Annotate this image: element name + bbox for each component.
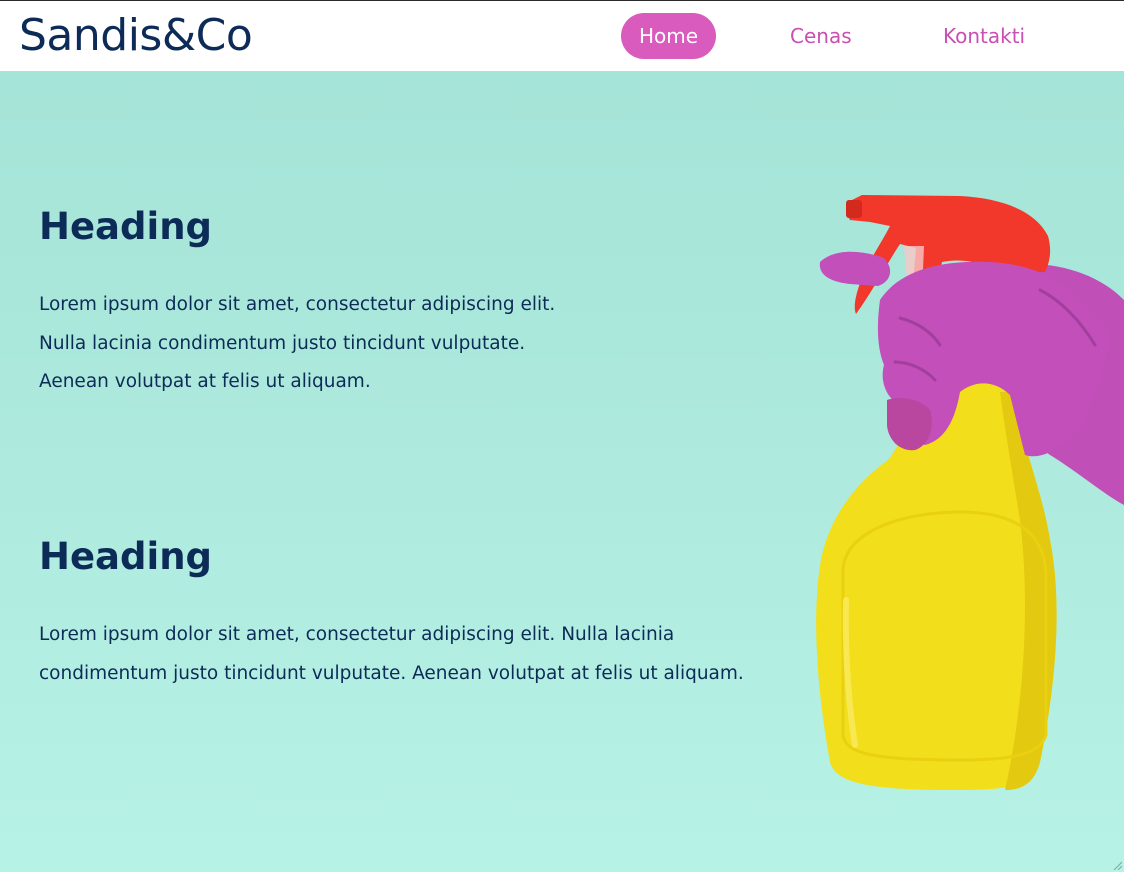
section-1-line-2: Nulla lacinia condimentum justo tincidun… — [39, 332, 526, 354]
section-2-heading: Heading — [39, 535, 213, 578]
section-1-body: Lorem ipsum dolor sit amet, consectetur … — [39, 286, 599, 402]
section-1-heading: Heading — [39, 205, 213, 248]
section-1-line-1: Lorem ipsum dolor sit amet, consectetur … — [39, 294, 556, 315]
section-2-body: Lorem ipsum dolor sit amet, consectetur … — [39, 616, 799, 693]
glove-finger — [819, 251, 891, 286]
top-navbar: Sandis&Co Home Cenas Kontakti — [0, 0, 1124, 71]
section-2-line-2: condimentum justo tincidunt vulputate. A… — [39, 662, 744, 684]
spray-bottle-glove-illustration — [816, 195, 1124, 790]
nav-kontakti-link[interactable]: Kontakti — [943, 13, 1025, 59]
brand-logo[interactable]: Sandis&Co — [19, 9, 253, 63]
hero-section: Heading Lorem ipsum dolor sit amet, cons… — [0, 71, 1124, 872]
nav-home-link[interactable]: Home — [621, 13, 716, 59]
section-1-line-3: Aenean volutpat at felis ut aliquam. — [39, 371, 371, 392]
resize-grip-icon[interactable] — [1112, 860, 1122, 870]
glove-finger-bottom — [887, 398, 932, 451]
section-2-line-1: Lorem ipsum dolor sit amet, consectetur … — [39, 624, 675, 645]
nav-cenas-link[interactable]: Cenas — [790, 13, 852, 59]
nozzle — [846, 200, 862, 218]
